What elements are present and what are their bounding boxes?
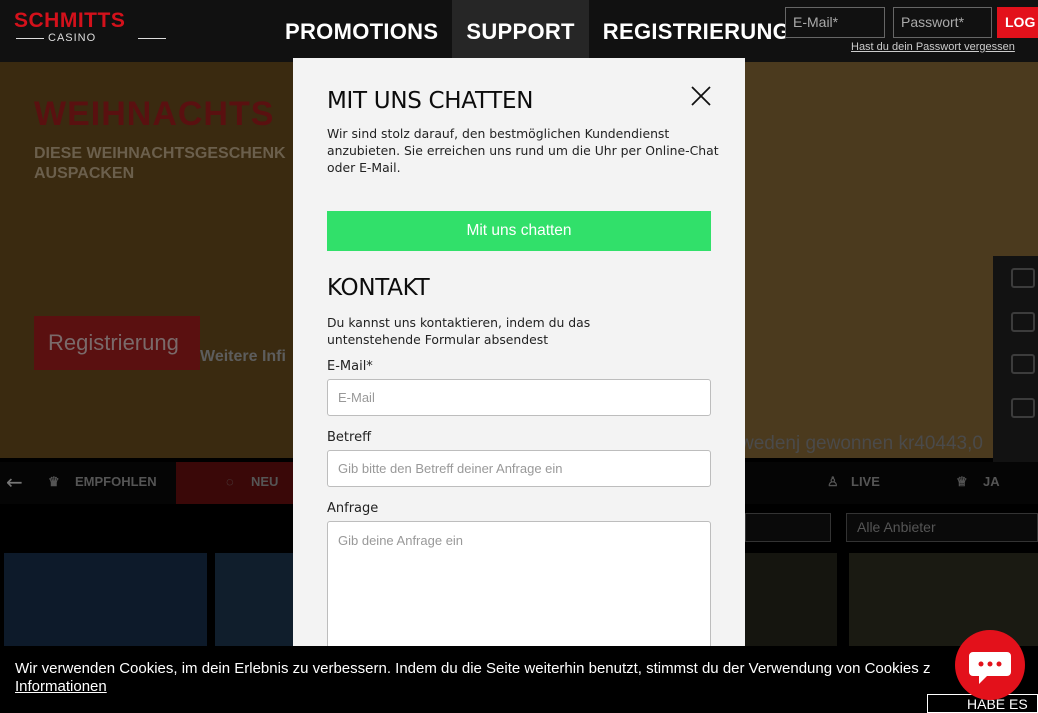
cookie-banner [0,646,1038,713]
category-empfohlen[interactable]: EMPFOHLEN [75,474,157,489]
arrow-left-icon[interactable]: ← [6,470,23,494]
mic-icon: ♙ [827,474,839,489]
request-label: Anfrage [327,501,379,516]
email-field[interactable]: E-Mail [327,379,711,416]
cookie-text: Wir verwenden Cookies, im dein Erlebnis … [15,660,931,677]
hero-subtitle: DIESE WEIHNACHTSGESCHENK AUSPACKEN [34,145,286,182]
gift-icon[interactable] [1011,354,1035,374]
crown-icon: ♛ [48,474,60,489]
search-filter[interactable] [745,513,831,542]
site-header: SCHMITTS CASINO PROMOTIONS SUPPORT REGIS… [0,0,1038,62]
hero-title: WEIHNACHTS [34,95,275,133]
category-ja[interactable]: JA [983,474,1000,489]
hero-more-info-link[interactable]: Weitere Infi [200,348,286,366]
header-password-input[interactable]: Passwort* [893,7,992,38]
timer-icon: ◌ [226,474,234,489]
casino-logo[interactable]: SCHMITTS CASINO [14,9,166,54]
login-button[interactable]: LOG [997,7,1038,38]
nav-support[interactable]: SUPPORT [452,0,589,62]
chat-fab-button[interactable] [955,630,1025,700]
start-chat-button[interactable]: Mit uns chatten [327,211,711,251]
category-live[interactable]: LIVE [851,474,880,489]
chat-description: Wir sind stolz darauf, den bestmöglichen… [327,126,719,175]
logo-brand: SCHMITTS [14,9,126,32]
chat-heading: MIT UNS CHATTEN [327,88,534,114]
category-neu[interactable]: NEU [251,474,278,489]
header-email-input[interactable]: E-Mail* [785,7,885,38]
logo-sub: CASINO [16,32,166,44]
chat-icon[interactable] [1011,268,1035,288]
contact-heading: KONTAKT [327,275,430,301]
close-icon[interactable] [689,84,713,108]
provider-filter[interactable]: Alle Anbieter [846,513,1038,542]
subject-field[interactable]: Gib bitte den Betreff deiner Anfrage ein [327,450,711,487]
hero-register-button[interactable]: Registrierung [34,316,200,370]
nav-registrierung[interactable]: REGISTRIERUNG [589,0,804,62]
grid-icon[interactable] [1011,398,1035,418]
winner-ticker: wedenj gewonnen kr40443,0 [740,433,983,454]
trophy-icon: ♕ [956,474,968,489]
cookie-info-link[interactable]: Informationen [15,678,107,695]
contact-description: Du kannst uns kontaktieren, indem du das… [327,315,591,347]
subject-label: Betreff [327,430,372,445]
nav-promotions[interactable]: PROMOTIONS [271,0,452,62]
main-nav: PROMOTIONS SUPPORT REGISTRIERUNG [271,0,804,62]
support-modal: MIT UNS CHATTEN Wir sind stolz darauf, d… [293,58,745,713]
request-textarea[interactable]: Gib deine Anfrage ein [327,521,711,661]
forgot-password-link[interactable]: Hast du dein Passwort vergessen [851,41,1015,53]
email-label: E-Mail* [327,359,373,374]
mail-icon[interactable] [1011,312,1035,332]
chat-bubble-icon [969,652,1011,684]
